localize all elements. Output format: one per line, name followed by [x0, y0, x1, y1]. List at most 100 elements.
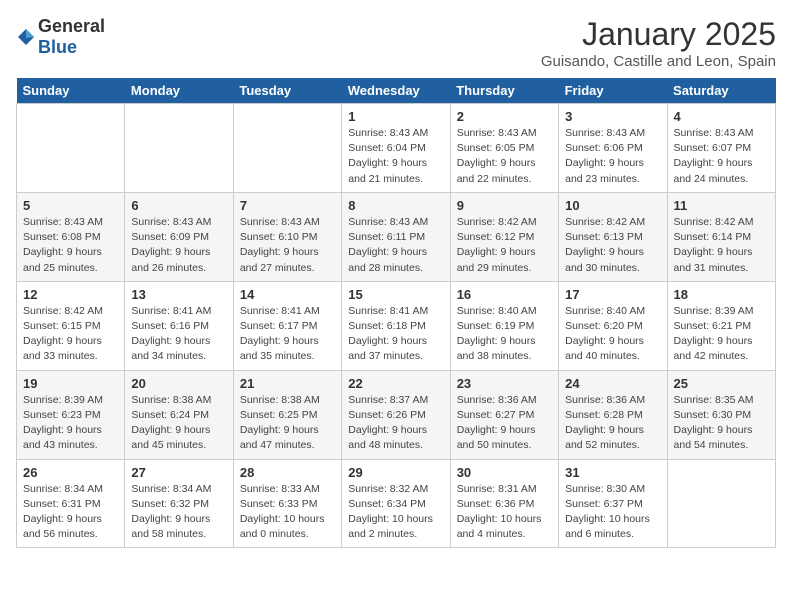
calendar-day-cell: 17 Sunrise: 8:40 AM Sunset: 6:20 PM Dayli… — [559, 281, 667, 370]
day-info: Sunrise: 8:40 AM Sunset: 6:20 PM Dayligh… — [565, 304, 660, 365]
calendar-day-cell: 12 Sunrise: 8:42 AM Sunset: 6:15 PM Dayli… — [17, 281, 125, 370]
title-block: January 2025 Guisando, Castille and Leon… — [541, 16, 776, 70]
calendar-day-cell: 11 Sunrise: 8:42 AM Sunset: 6:14 PM Dayli… — [667, 192, 775, 281]
day-info: Sunrise: 8:42 AM Sunset: 6:14 PM Dayligh… — [674, 215, 769, 276]
calendar-weekday-header: Wednesday — [342, 78, 450, 104]
day-info: Sunrise: 8:41 AM Sunset: 6:17 PM Dayligh… — [240, 304, 335, 365]
calendar-day-cell: 30Sunrise: 8:31 AM Sunset: 6:36 PM Dayli… — [450, 459, 558, 548]
day-info: Sunrise: 8:43 AM Sunset: 6:08 PM Dayligh… — [23, 215, 118, 276]
day-info: Sunrise: 8:39 AM Sunset: 6:21 PM Dayligh… — [674, 304, 769, 365]
day-number: 4 — [674, 109, 769, 124]
day-info: Sunrise: 8:38 AM Sunset: 6:25 PM Dayligh… — [240, 393, 335, 454]
day-number: 21 — [240, 376, 335, 391]
day-number: 28 — [240, 465, 335, 480]
calendar-week-row: 12 Sunrise: 8:42 AM Sunset: 6:15 PM Dayli… — [17, 281, 776, 370]
calendar-day-cell: 16 Sunrise: 8:40 AM Sunset: 6:19 PM Dayli… — [450, 281, 558, 370]
day-info: Sunrise: 8:43 AM Sunset: 6:06 PM Dayligh… — [565, 126, 660, 187]
day-number: 12 — [23, 287, 118, 302]
calendar-day-cell: 6 Sunrise: 8:43 AM Sunset: 6:09 PM Daylig… — [125, 192, 233, 281]
calendar-weekday-header: Friday — [559, 78, 667, 104]
calendar-weekday-header: Monday — [125, 78, 233, 104]
location-title: Guisando, Castille and Leon, Spain — [541, 53, 776, 70]
day-info: Sunrise: 8:39 AM Sunset: 6:23 PM Dayligh… — [23, 393, 118, 454]
calendar-day-cell: 31 Sunrise: 8:30 AM Sunset: 6:37 PM Dayli… — [559, 459, 667, 548]
day-number: 29 — [348, 465, 443, 480]
day-number: 5 — [23, 198, 118, 213]
calendar-day-cell: 1Sunrise: 8:43 AM Sunset: 6:04 PM Daylig… — [342, 104, 450, 193]
calendar-weekday-header: Tuesday — [233, 78, 341, 104]
calendar-day-cell: 8Sunrise: 8:43 AM Sunset: 6:11 PM Daylig… — [342, 192, 450, 281]
month-title: January 2025 — [541, 16, 776, 53]
day-number: 13 — [131, 287, 226, 302]
day-info: Sunrise: 8:34 AM Sunset: 6:32 PM Dayligh… — [131, 482, 226, 543]
calendar-day-cell: 22Sunrise: 8:37 AM Sunset: 6:26 PM Dayli… — [342, 370, 450, 459]
day-info: Sunrise: 8:30 AM Sunset: 6:37 PM Dayligh… — [565, 482, 660, 543]
day-info: Sunrise: 8:43 AM Sunset: 6:04 PM Dayligh… — [348, 126, 443, 187]
day-number: 14 — [240, 287, 335, 302]
calendar-week-row: 5 Sunrise: 8:43 AM Sunset: 6:08 PM Daylig… — [17, 192, 776, 281]
calendar-day-cell: 25 Sunrise: 8:35 AM Sunset: 6:30 PM Dayli… — [667, 370, 775, 459]
calendar-day-cell: 18 Sunrise: 8:39 AM Sunset: 6:21 PM Dayli… — [667, 281, 775, 370]
calendar-day-cell: 23 Sunrise: 8:36 AM Sunset: 6:27 PM Dayli… — [450, 370, 558, 459]
day-info: Sunrise: 8:31 AM Sunset: 6:36 PM Dayligh… — [457, 482, 552, 543]
day-info: Sunrise: 8:42 AM Sunset: 6:15 PM Dayligh… — [23, 304, 118, 365]
calendar-day-cell: 7Sunrise: 8:43 AM Sunset: 6:10 PM Daylig… — [233, 192, 341, 281]
logo-text-blue: Blue — [38, 37, 77, 57]
day-number: 27 — [131, 465, 226, 480]
day-number: 19 — [23, 376, 118, 391]
day-number: 24 — [565, 376, 660, 391]
calendar-day-cell — [125, 104, 233, 193]
day-info: Sunrise: 8:41 AM Sunset: 6:16 PM Dayligh… — [131, 304, 226, 365]
day-number: 6 — [131, 198, 226, 213]
calendar-week-row: 19 Sunrise: 8:39 AM Sunset: 6:23 PM Dayli… — [17, 370, 776, 459]
calendar-day-cell: 4Sunrise: 8:43 AM Sunset: 6:07 PM Daylig… — [667, 104, 775, 193]
calendar-week-row: 1Sunrise: 8:43 AM Sunset: 6:04 PM Daylig… — [17, 104, 776, 193]
day-number: 9 — [457, 198, 552, 213]
calendar-day-cell: 15Sunrise: 8:41 AM Sunset: 6:18 PM Dayli… — [342, 281, 450, 370]
day-number: 25 — [674, 376, 769, 391]
calendar-day-cell: 9 Sunrise: 8:42 AM Sunset: 6:12 PM Daylig… — [450, 192, 558, 281]
day-number: 26 — [23, 465, 118, 480]
calendar-day-cell: 13 Sunrise: 8:41 AM Sunset: 6:16 PM Dayli… — [125, 281, 233, 370]
calendar-weekday-header: Sunday — [17, 78, 125, 104]
calendar-day-cell — [17, 104, 125, 193]
logo: General Blue — [16, 16, 105, 58]
calendar-day-cell: 14 Sunrise: 8:41 AM Sunset: 6:17 PM Dayli… — [233, 281, 341, 370]
day-number: 3 — [565, 109, 660, 124]
day-info: Sunrise: 8:42 AM Sunset: 6:12 PM Dayligh… — [457, 215, 552, 276]
page-header: General Blue January 2025 Guisando, Cast… — [16, 16, 776, 70]
day-number: 20 — [131, 376, 226, 391]
day-info: Sunrise: 8:33 AM Sunset: 6:33 PM Dayligh… — [240, 482, 335, 543]
day-number: 16 — [457, 287, 552, 302]
day-info: Sunrise: 8:43 AM Sunset: 6:09 PM Dayligh… — [131, 215, 226, 276]
day-number: 22 — [348, 376, 443, 391]
calendar-day-cell: 21 Sunrise: 8:38 AM Sunset: 6:25 PM Dayli… — [233, 370, 341, 459]
logo-text-general: General — [38, 16, 105, 36]
calendar-day-cell: 2 Sunrise: 8:43 AM Sunset: 6:05 PM Daylig… — [450, 104, 558, 193]
day-info: Sunrise: 8:40 AM Sunset: 6:19 PM Dayligh… — [457, 304, 552, 365]
day-number: 23 — [457, 376, 552, 391]
day-number: 18 — [674, 287, 769, 302]
calendar-day-cell: 29Sunrise: 8:32 AM Sunset: 6:34 PM Dayli… — [342, 459, 450, 548]
day-number: 17 — [565, 287, 660, 302]
calendar-day-cell — [233, 104, 341, 193]
day-number: 11 — [674, 198, 769, 213]
day-info: Sunrise: 8:38 AM Sunset: 6:24 PM Dayligh… — [131, 393, 226, 454]
day-info: Sunrise: 8:42 AM Sunset: 6:13 PM Dayligh… — [565, 215, 660, 276]
day-info: Sunrise: 8:41 AM Sunset: 6:18 PM Dayligh… — [348, 304, 443, 365]
day-number: 10 — [565, 198, 660, 213]
calendar-day-cell — [667, 459, 775, 548]
logo-icon — [16, 27, 36, 47]
calendar-day-cell: 20 Sunrise: 8:38 AM Sunset: 6:24 PM Dayli… — [125, 370, 233, 459]
calendar-day-cell: 10 Sunrise: 8:42 AM Sunset: 6:13 PM Dayli… — [559, 192, 667, 281]
calendar-day-cell: 24 Sunrise: 8:36 AM Sunset: 6:28 PM Dayli… — [559, 370, 667, 459]
day-number: 31 — [565, 465, 660, 480]
day-info: Sunrise: 8:35 AM Sunset: 6:30 PM Dayligh… — [674, 393, 769, 454]
calendar-weekday-header: Saturday — [667, 78, 775, 104]
calendar-day-cell: 5 Sunrise: 8:43 AM Sunset: 6:08 PM Daylig… — [17, 192, 125, 281]
day-info: Sunrise: 8:36 AM Sunset: 6:28 PM Dayligh… — [565, 393, 660, 454]
day-info: Sunrise: 8:43 AM Sunset: 6:10 PM Dayligh… — [240, 215, 335, 276]
day-info: Sunrise: 8:36 AM Sunset: 6:27 PM Dayligh… — [457, 393, 552, 454]
day-info: Sunrise: 8:43 AM Sunset: 6:05 PM Dayligh… — [457, 126, 552, 187]
day-number: 2 — [457, 109, 552, 124]
